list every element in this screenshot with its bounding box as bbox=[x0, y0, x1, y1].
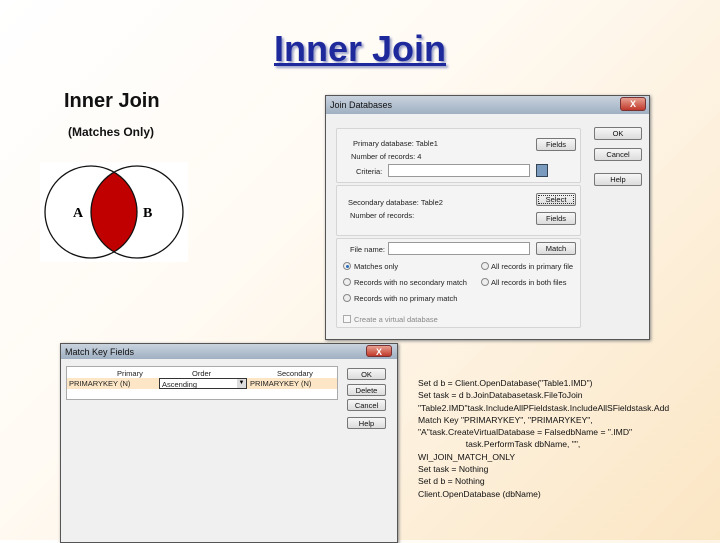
match-button[interactable]: Match bbox=[536, 242, 576, 255]
dialog-title: Join Databases bbox=[326, 96, 649, 114]
primary-fields-button[interactable]: Fields bbox=[536, 138, 576, 151]
column-header: Order bbox=[192, 369, 212, 378]
code-line: "Table2.IMD"task.IncludeAllPFieldstask.I… bbox=[418, 402, 670, 413]
code-line: Set task = Nothing bbox=[418, 464, 489, 475]
secondary-cell: PRIMARYKEY (N) bbox=[250, 379, 312, 388]
no-secondary-match-radio[interactable] bbox=[343, 278, 351, 286]
equation-editor-icon[interactable] bbox=[536, 164, 548, 177]
secondary-database-label: Secondary database: Table2 bbox=[348, 198, 443, 207]
all-primary-radio[interactable] bbox=[481, 262, 489, 270]
dialog-title: Match Key Fields bbox=[61, 344, 397, 359]
file-name-label: File name: bbox=[350, 245, 386, 254]
option-label: All records in both files bbox=[491, 278, 567, 287]
cancel-button[interactable]: Cancel bbox=[594, 148, 642, 161]
help-button[interactable]: Help bbox=[347, 417, 386, 429]
venn-diagram: A B bbox=[40, 162, 188, 262]
ok-button[interactable]: OK bbox=[594, 127, 642, 140]
chevron-down-icon[interactable]: ▼ bbox=[237, 379, 246, 388]
order-value: Ascending bbox=[162, 380, 198, 389]
virtual-db-checkbox[interactable] bbox=[343, 315, 351, 323]
code-snippet: Set d b = Client.OpenDatabase("Table1.IM… bbox=[418, 377, 669, 512]
cancel-button[interactable]: Cancel bbox=[347, 399, 386, 411]
option-label: Records with no primary match bbox=[354, 294, 458, 303]
column-header: Secondary bbox=[277, 369, 313, 378]
select-button[interactable]: Select bbox=[536, 193, 576, 206]
matches-only-radio[interactable] bbox=[343, 262, 351, 270]
secondary-records-label: Number of records: bbox=[350, 211, 415, 220]
venn-heading: Inner Join bbox=[64, 90, 160, 112]
code-line: Set task = d b.JoinDatabasetask.FileToJo… bbox=[418, 390, 583, 401]
no-primary-match-radio[interactable] bbox=[343, 294, 351, 302]
close-button[interactable]: X bbox=[366, 345, 392, 357]
code-line: "A"task.CreateVirtualDatabase = FalsedbN… bbox=[418, 427, 633, 438]
option-label: Matches only bbox=[354, 262, 399, 271]
option-label: Records with no secondary match bbox=[354, 278, 467, 287]
code-line: Set d b = Nothing bbox=[418, 476, 485, 487]
close-button[interactable]: X bbox=[620, 97, 646, 111]
code-line: Set d b = Client.OpenDatabase("Table1.IM… bbox=[418, 378, 593, 388]
secondary-fields-button[interactable]: Fields bbox=[536, 212, 576, 225]
venn-caption: (Matches Only) bbox=[68, 125, 155, 139]
primary-records-label: Number of records: 4 bbox=[351, 152, 422, 161]
slide-title: Inner Join bbox=[273, 28, 447, 69]
file-name-input[interactable] bbox=[388, 242, 530, 255]
all-both-radio[interactable] bbox=[481, 278, 489, 286]
join-databases-dialog: Join Databases X Primary database: Table… bbox=[325, 95, 650, 340]
column-header: Primary bbox=[117, 369, 143, 378]
match-key-fields-dialog: Match Key Fields X Primary Order Seconda… bbox=[60, 343, 398, 543]
table-row[interactable]: PRIMARYKEY (N) Ascending ▼ PRIMARYKEY (N… bbox=[67, 378, 337, 389]
venn-label-b: B bbox=[143, 206, 152, 221]
code-line: Match Key "PRIMARYKEY", "PRIMARYKEY", bbox=[418, 414, 593, 425]
criteria-label: Criteria: bbox=[356, 167, 383, 176]
primary-database-label: Primary database: Table1 bbox=[353, 139, 438, 148]
code-line: WI_JOIN_MATCH_ONLY bbox=[418, 451, 516, 462]
code-line: Client.OpenDatabase (dbName) bbox=[418, 488, 541, 499]
primary-cell: PRIMARYKEY (N) bbox=[69, 379, 131, 388]
virtual-db-label: Create a virtual database bbox=[354, 315, 438, 324]
option-label: All records in primary file bbox=[491, 262, 574, 271]
criteria-input[interactable] bbox=[388, 164, 530, 177]
venn-label-a: A bbox=[73, 206, 84, 221]
delete-button[interactable]: Delete bbox=[347, 384, 386, 396]
help-button[interactable]: Help bbox=[594, 173, 642, 186]
match-key-table: Primary Order Secondary PRIMARYKEY (N) A… bbox=[66, 366, 338, 400]
order-dropdown[interactable]: Ascending ▼ bbox=[159, 378, 247, 389]
code-line: task.PerformTask dbName, "", bbox=[418, 439, 581, 450]
ok-button[interactable]: OK bbox=[347, 368, 386, 380]
